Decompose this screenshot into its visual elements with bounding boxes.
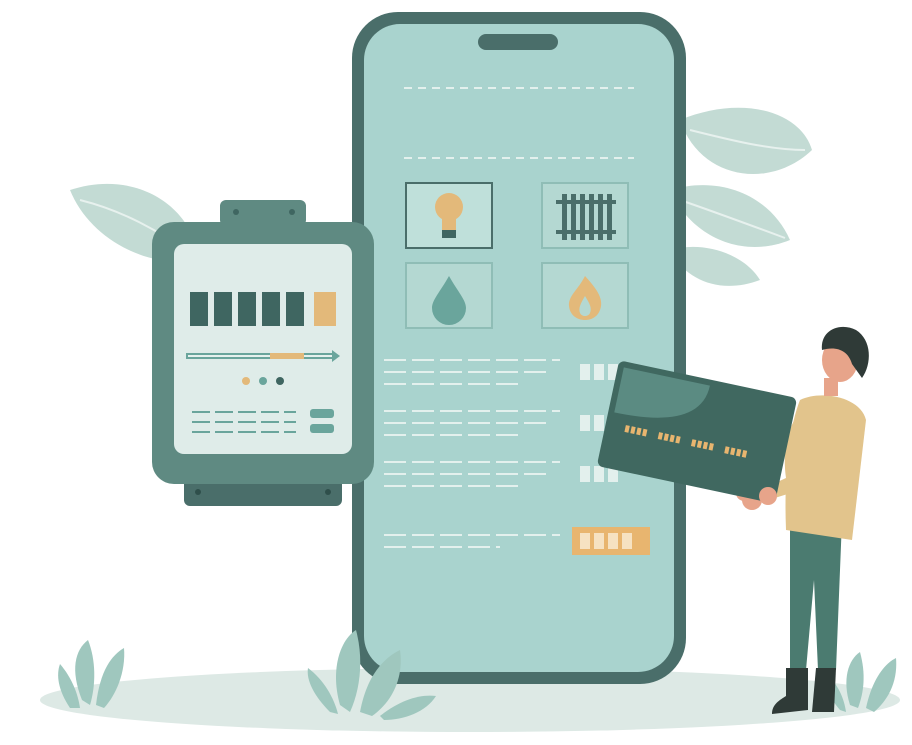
utility-meter — [152, 200, 374, 506]
water-tile[interactable] — [405, 262, 493, 329]
person — [736, 326, 869, 714]
person-pants — [790, 520, 842, 670]
meter-button[interactable] — [310, 424, 334, 433]
highlighted-amount-badge[interactable] — [572, 527, 650, 555]
phone-screen — [364, 24, 674, 672]
meter-button[interactable] — [310, 409, 334, 418]
phone — [352, 12, 686, 684]
gas-tile[interactable] — [541, 262, 629, 329]
person-hand-front — [759, 487, 777, 505]
person-boot — [812, 668, 836, 712]
phone-speaker — [478, 34, 558, 50]
meter-indicator-dots — [242, 377, 284, 385]
radiator-tile[interactable] — [541, 182, 629, 249]
lightbulb-tile[interactable] — [405, 182, 493, 249]
utility-payment-illustration — [40, 12, 900, 732]
right-leaf-icon — [670, 107, 812, 286]
